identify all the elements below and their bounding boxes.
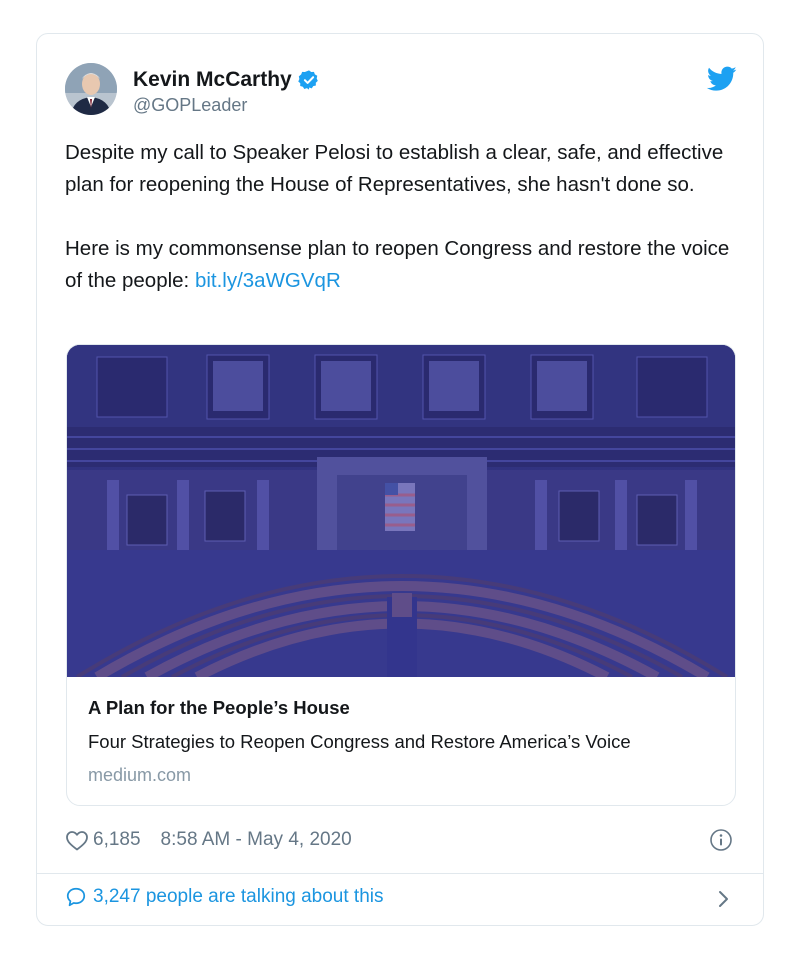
tweet-paragraph-1: Despite my call to Speaker Pelosi to est… <box>65 141 724 196</box>
tweet-embed: Kevin McCarthy @GOPLeader Despite my cal… <box>36 33 764 926</box>
timestamp[interactable]: 8:58 AM - May 4, 2020 <box>161 829 352 851</box>
author-name-text[interactable]: Kevin McCarthy <box>133 68 292 92</box>
divider <box>37 873 763 874</box>
card-title[interactable]: A Plan for the People’s House <box>88 697 350 719</box>
card-image[interactable] <box>67 345 735 677</box>
info-icon[interactable] <box>709 828 733 852</box>
tweet-paragraph-2-text: Here is my commonsense plan to reopen Co… <box>65 237 730 292</box>
author-handle[interactable]: @GOPLeader <box>133 95 247 116</box>
verified-badge-icon <box>297 69 320 91</box>
author-name[interactable]: Kevin McCarthy <box>133 68 320 92</box>
talking-label[interactable]: 3,247 people are talking about this <box>93 886 384 908</box>
card-domain: medium.com <box>88 765 192 785</box>
card-description: Four Strategies to Reopen Congress and R… <box>88 731 631 752</box>
tweet-meta: 6,185 8:58 AM - May 4, 2020 <box>65 827 352 853</box>
twitter-bird-icon[interactable] <box>706 66 737 92</box>
like-count[interactable]: 6,185 <box>93 829 141 851</box>
tweet-text: Despite my call to Speaker Pelosi to est… <box>65 137 745 297</box>
link-card[interactable]: A Plan for the People’s House Four Strat… <box>66 344 736 806</box>
chevron-right-icon[interactable] <box>717 888 731 910</box>
tweet-paragraph-2: Here is my commonsense plan to reopen Co… <box>65 233 745 297</box>
speech-bubble-icon <box>65 886 87 908</box>
avatar[interactable] <box>65 63 117 115</box>
heart-icon[interactable] <box>65 829 89 851</box>
tweet-link[interactable]: bit.ly/3aWGVqR <box>195 269 341 292</box>
talking-link[interactable]: 3,247 people are talking about this <box>65 886 384 908</box>
